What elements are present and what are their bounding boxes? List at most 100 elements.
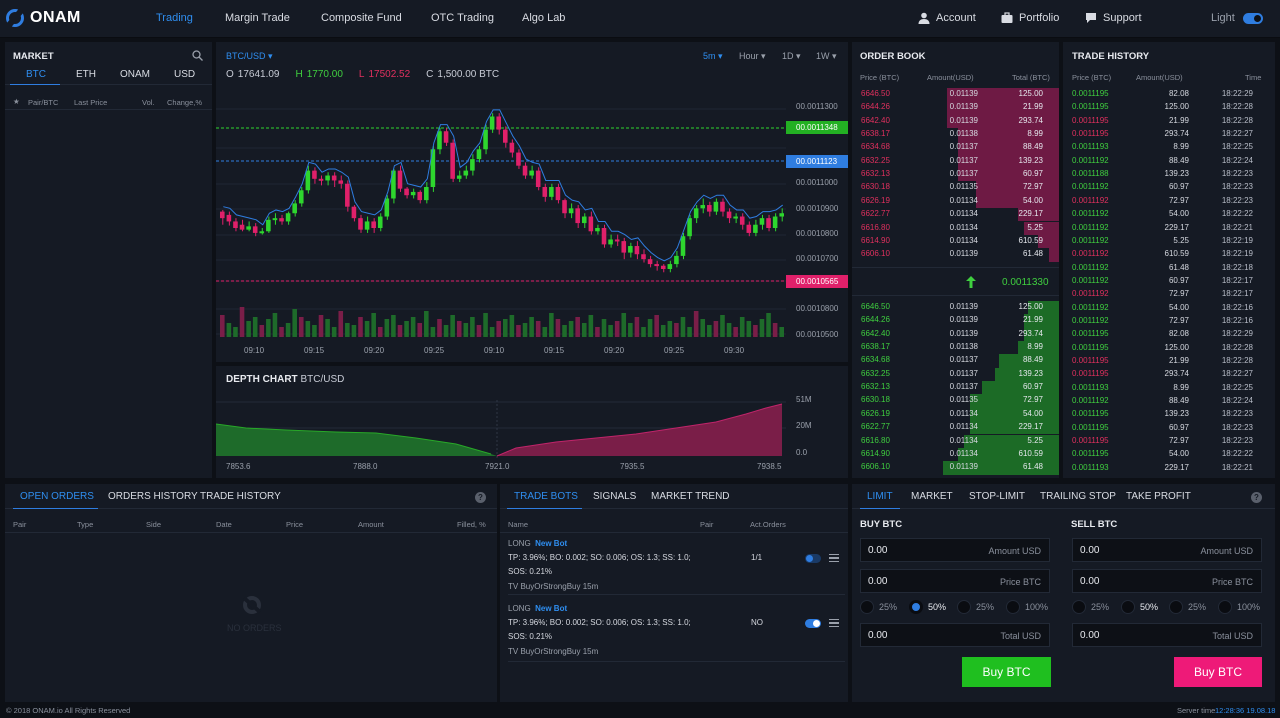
support-link[interactable]: Support	[1085, 12, 1142, 24]
pair-selector[interactable]: BTC/USD ▾	[226, 51, 273, 62]
ask-row[interactable]: 6606.10 0.01139 61.48	[852, 248, 1059, 262]
timeframe-1d[interactable]: 1D ▾	[782, 51, 801, 62]
sell-pct-25b[interactable]: 25%	[1169, 600, 1206, 614]
ask-row[interactable]: 6634.68 0.01137 88.49	[852, 141, 1059, 155]
bid-row[interactable]: 6634.68 0.01137 88.49	[852, 354, 1059, 368]
buy-pct-50[interactable]: 50%	[909, 600, 946, 614]
buy-pct-25[interactable]: 25%	[860, 600, 897, 614]
nav-otc-trading[interactable]: OTC Trading	[431, 12, 494, 24]
timeframe-5m[interactable]: 5m ▾	[703, 51, 723, 62]
timeframe-hour[interactable]: Hour ▾	[739, 51, 766, 62]
bot-enable-toggle[interactable]	[805, 554, 821, 563]
sell-pct-50[interactable]: 50%	[1121, 600, 1158, 614]
search-icon[interactable]	[192, 50, 203, 61]
bid-row[interactable]: 6606.10 0.01139 61.48	[852, 461, 1059, 475]
col-side[interactable]: Side	[146, 520, 161, 529]
market-tab-btc[interactable]: BTC	[26, 69, 46, 80]
col-type[interactable]: Type	[77, 520, 93, 529]
bid-row[interactable]: 6626.19 0.01134 54.00	[852, 407, 1059, 422]
tab-take-profit[interactable]: TAKE PROFIT	[1126, 491, 1191, 502]
col-act-orders[interactable]: Act.Orders	[750, 520, 786, 529]
col-price[interactable]: Price	[286, 520, 303, 529]
theme-toggle[interactable]	[1243, 13, 1263, 24]
tab-orders-history[interactable]: ORDERS HISTORY	[108, 491, 198, 502]
market-tab-eth[interactable]: ETH	[76, 69, 96, 80]
ask-row[interactable]: 6630.18 0.01135 72.97	[852, 181, 1059, 195]
buy-pct-100[interactable]: 100%	[1006, 600, 1048, 614]
market-tab-onam[interactable]: ONAM	[120, 69, 150, 80]
tab-trade-bots[interactable]: TRADE BOTS	[514, 491, 578, 502]
ask-row[interactable]: 6638.17 0.01138 8.99	[852, 128, 1059, 142]
col-pair[interactable]: Pair	[700, 520, 713, 529]
tab-stop-limit[interactable]: STOP-LIMIT	[969, 491, 1025, 502]
tab-market[interactable]: MARKET	[911, 491, 953, 502]
help-icon[interactable]: ?	[475, 492, 486, 503]
col-name[interactable]: Name	[508, 520, 528, 529]
nav-composite-fund[interactable]: Composite Fund	[321, 12, 402, 24]
ask-row[interactable]: 6646.50 0.01139 125.00	[852, 88, 1059, 102]
ask-row[interactable]: 6644.26 0.01139 21.99	[852, 101, 1059, 115]
sell-amount-input[interactable]: 0.00 Amount USD	[1072, 538, 1262, 562]
bid-row[interactable]: 6638.17 0.01138 8.99	[852, 341, 1059, 355]
menu-icon[interactable]	[829, 554, 839, 562]
sell-pct-25[interactable]: 25%	[1072, 600, 1109, 614]
nav-algo-lab[interactable]: Algo Lab	[522, 12, 565, 24]
ask-row[interactable]: 6622.77 0.01134 229.17	[852, 208, 1059, 222]
bid-row[interactable]: 6616.80 0.01134 5.25	[852, 434, 1059, 448]
col-pair[interactable]: Pair/BTC	[28, 98, 58, 107]
tab-trade-history[interactable]: TRADE HISTORY	[200, 491, 281, 502]
sell-total-input[interactable]: 0.00 Total USD	[1072, 623, 1262, 647]
tab-open-orders[interactable]: OPEN ORDERS	[20, 491, 94, 502]
bid-row[interactable]: 6632.25 0.01137 139.23	[852, 367, 1059, 382]
sell-btc-button[interactable]: Buy BTC	[1174, 657, 1262, 687]
bid-row[interactable]: 6632.13 0.01137 60.97	[852, 381, 1059, 395]
tab-market-trend[interactable]: MARKET TREND	[651, 491, 730, 502]
new-bot-link[interactable]: New Bot	[535, 604, 567, 613]
menu-icon[interactable]	[829, 619, 839, 627]
bot-enable-toggle[interactable]	[805, 619, 821, 628]
col-last-price[interactable]: Last Price	[74, 98, 107, 107]
buy-amount-input[interactable]: 0.00 Amount USD	[860, 538, 1050, 562]
buy-btc-button[interactable]: Buy BTC	[962, 657, 1051, 687]
tab-limit[interactable]: LIMIT	[867, 491, 893, 502]
star-icon[interactable]: ★	[13, 97, 20, 106]
account-link[interactable]: Account	[918, 12, 976, 24]
ask-row[interactable]: 6614.90 0.01134 610.59	[852, 234, 1059, 249]
col-amount[interactable]: Amount	[358, 520, 384, 529]
nav-margin-trade[interactable]: Margin Trade	[225, 12, 290, 24]
help-icon[interactable]: ?	[1251, 492, 1262, 503]
bid-row[interactable]: 6644.26 0.01139 21.99	[852, 314, 1059, 328]
ask-row[interactable]: 6616.80 0.01134 5.25	[852, 221, 1059, 235]
market-tab-usd[interactable]: USD	[174, 69, 195, 80]
brand-logo[interactable]: ONAM	[6, 9, 81, 27]
buy-pct-25b[interactable]: 25%	[957, 600, 994, 614]
ask-row[interactable]: 6642.40 0.01139 293.74	[852, 114, 1059, 129]
col-filled[interactable]: Filled, %	[457, 520, 486, 529]
col-date[interactable]: Date	[216, 520, 232, 529]
nav-trading[interactable]: Trading	[156, 12, 193, 24]
bid-row[interactable]: 6614.90 0.01134 610.59	[852, 447, 1059, 462]
ask-row[interactable]: 6632.13 0.01137 60.97	[852, 168, 1059, 182]
bot-item[interactable]: LONG New Bot TP: 3.96%; BO: 0.002; SO: 0…	[508, 539, 845, 595]
tab-trailing-stop[interactable]: TRAILING STOP	[1040, 491, 1116, 502]
ask-row[interactable]: 6626.19 0.01134 54.00	[852, 194, 1059, 209]
candlestick-chart[interactable]	[216, 85, 786, 340]
new-bot-link[interactable]: New Bot	[535, 539, 567, 548]
bid-row[interactable]: 6642.40 0.01139 293.74	[852, 327, 1059, 342]
col-pair[interactable]: Pair	[13, 520, 26, 529]
sell-pct-100[interactable]: 100%	[1218, 600, 1260, 614]
bid-row[interactable]: 6630.18 0.01135 72.97	[852, 394, 1059, 408]
ask-row[interactable]: 6632.25 0.01137 139.23	[852, 154, 1059, 169]
col-change[interactable]: Change,%	[167, 98, 202, 107]
sell-price-input[interactable]: 0.00 Price BTC	[1072, 569, 1262, 593]
bid-row[interactable]: 6622.77 0.01134 229.17	[852, 421, 1059, 435]
buy-price-input[interactable]: 0.00 Price BTC	[860, 569, 1050, 593]
tab-signals[interactable]: SIGNALS	[593, 491, 636, 502]
timeframe-1w[interactable]: 1W ▾	[816, 51, 837, 62]
bid-row[interactable]: 6646.50 0.01139 125.00	[852, 301, 1059, 315]
bot-item[interactable]: LONG New Bot TP: 3.96%; BO: 0.002; SO: 0…	[508, 604, 845, 662]
portfolio-link[interactable]: Portfolio	[1001, 12, 1059, 24]
depth-chart[interactable]	[216, 400, 786, 458]
col-volume[interactable]: Vol.	[142, 98, 155, 107]
buy-total-input[interactable]: 0.00 Total USD	[860, 623, 1050, 647]
